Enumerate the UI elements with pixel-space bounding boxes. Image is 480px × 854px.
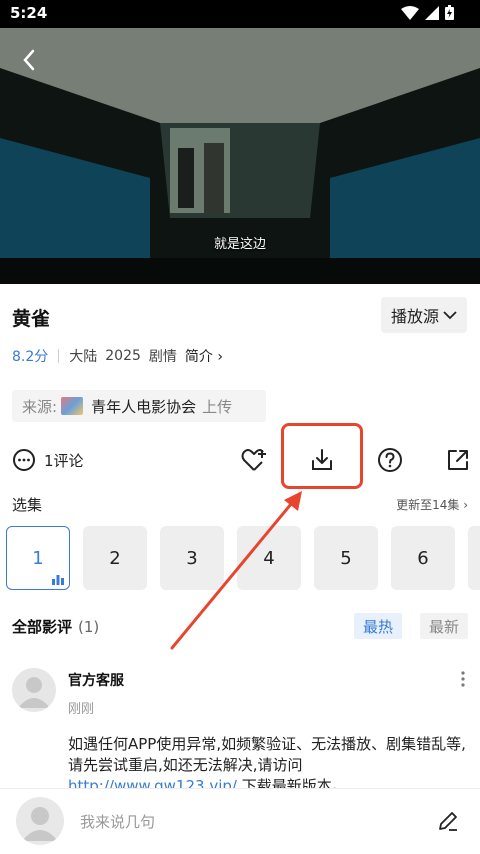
intro-link[interactable]: 简介 › [185, 346, 223, 366]
status-bar: 5:24 [0, 0, 480, 28]
uploader-name: 青年人电影协会 [91, 397, 197, 416]
avatar[interactable] [12, 668, 56, 712]
episodes-more-link[interactable]: 更新至14集 › [396, 496, 468, 513]
reviews-count: (1) [78, 618, 100, 636]
playing-icon [52, 575, 64, 585]
comment-input[interactable]: 我来说几句 [80, 811, 155, 832]
movie-meta: 8.2分 大陆 2025 剧情 简介 › [12, 346, 223, 366]
action-row: 1评论 [0, 440, 480, 480]
reviews-title: 全部影评 [12, 618, 73, 636]
episode-number: 6 [417, 547, 429, 569]
signal-icon [425, 5, 439, 20]
episode-partial[interactable] [468, 526, 480, 590]
episode-number: 2 [109, 547, 121, 569]
battery-icon [445, 5, 454, 20]
avatar [16, 797, 64, 845]
review-text-main: 如遇任何APP使用异常,如频繁验证、无法播放、剧集错乱等,请先尝试重启,如还无法… [68, 735, 466, 774]
comment-icon [13, 449, 35, 471]
episode-number: 4 [263, 547, 275, 569]
episode-number: 1 [32, 547, 44, 569]
more-vert-icon[interactable] [460, 670, 466, 688]
rating: 8.2分 [12, 349, 49, 365]
episode-4[interactable]: 4 [237, 526, 301, 590]
chevron-down-icon [443, 311, 457, 320]
uploader-label: 来源: [22, 397, 58, 416]
episodes-heading: 选集 [12, 496, 43, 514]
reviews-heading: 全部影评 (1) [12, 616, 99, 637]
back-icon[interactable] [16, 46, 44, 74]
user-avatar-icon [18, 677, 50, 708]
share-icon[interactable] [444, 446, 472, 474]
episode-2[interactable]: 2 [83, 526, 147, 590]
video-player[interactable]: 就是这边 [0, 28, 480, 284]
user-avatar-icon [22, 807, 58, 841]
episode-3[interactable]: 3 [160, 526, 224, 590]
intro-label: 简介 [184, 349, 213, 365]
episode-6[interactable]: 6 [391, 526, 455, 590]
review-author: 官方客服 [68, 673, 124, 689]
wifi-icon [401, 5, 419, 20]
episodes-update-text: 更新至14集 [396, 498, 460, 512]
genre: 剧情 [148, 349, 177, 365]
help-icon[interactable] [376, 446, 404, 474]
movie-title: 黄雀 [12, 308, 51, 330]
tab-hot[interactable]: 最热 [354, 613, 402, 639]
source-selector[interactable]: 播放源 [381, 297, 467, 333]
video-subtitle: 就是这边 [213, 237, 266, 252]
status-icons [401, 5, 454, 20]
favorite-add-icon[interactable] [240, 446, 268, 474]
region: 大陆 [69, 349, 98, 365]
comment-count: 1评论 [44, 451, 84, 470]
download-highlight-box [281, 423, 363, 489]
uploader-info[interactable]: 来源: 青年人电影协会 上传 [12, 390, 266, 422]
edit-icon[interactable] [436, 809, 460, 833]
comment-button[interactable]: 1评论 [12, 448, 84, 472]
episode-number: 3 [186, 547, 198, 569]
uploader-action: 上传 [202, 397, 233, 416]
uploader-avatar [61, 397, 84, 415]
comment-input-bar: 我来说几句 [0, 788, 480, 854]
tab-new[interactable]: 最新 [420, 613, 468, 639]
episode-5[interactable]: 5 [314, 526, 378, 590]
episode-1[interactable]: 1 [6, 526, 70, 590]
review-time: 刚刚 [68, 702, 95, 717]
source-label: 播放源 [390, 307, 439, 326]
episode-number: 5 [340, 547, 352, 569]
year: 2025 [105, 348, 141, 364]
status-time: 5:24 [10, 4, 48, 22]
divider [58, 349, 60, 363]
